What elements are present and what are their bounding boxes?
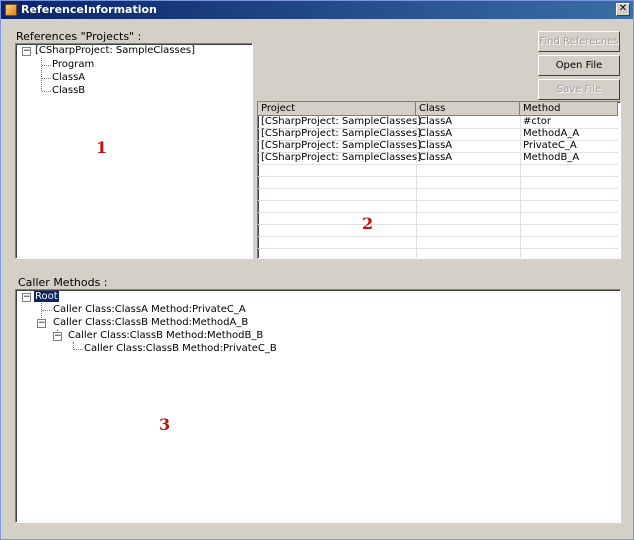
- caller-node[interactable]: Caller Class:ClassB Method:PrivateC_B: [84, 343, 277, 354]
- tree-item-program[interactable]: Program: [52, 59, 94, 70]
- title-bar[interactable]: ReferenceInformation ✕: [1, 1, 633, 19]
- collapse-icon[interactable]: −: [22, 47, 31, 56]
- collapse-icon[interactable]: −: [53, 332, 62, 341]
- annotation-1: 1: [96, 138, 108, 157]
- caller-node[interactable]: Caller Class:ClassB Method:MethodB_B: [68, 330, 263, 341]
- tree-item-classa[interactable]: ClassA: [52, 72, 85, 83]
- references-grid[interactable]: Project Class Method [CSharpProject: Sam…: [257, 101, 621, 259]
- cell-project: [CSharpProject: SampleClasses]: [261, 116, 421, 127]
- collapse-icon[interactable]: −: [37, 319, 46, 328]
- cell-class: ClassA: [419, 140, 453, 151]
- cell-method: #ctor: [523, 116, 552, 127]
- window-title: ReferenceInformation: [21, 3, 157, 16]
- column-header-project[interactable]: Project: [258, 102, 416, 116]
- references-label: References "Projects" :: [16, 30, 142, 43]
- cell-project: [CSharpProject: SampleClasses]: [261, 140, 421, 151]
- cell-class: ClassA: [419, 116, 453, 127]
- cell-method: MethodA_A: [523, 128, 580, 139]
- tree-root-project[interactable]: [CSharpProject: SampleClasses]: [35, 45, 195, 56]
- tree-root[interactable]: Root: [34, 291, 59, 302]
- cell-method: PrivateC_A: [523, 140, 577, 151]
- caller-node[interactable]: Caller Class:ClassB Method:MethodA_B: [53, 317, 248, 328]
- cell-class: ClassA: [419, 152, 453, 163]
- close-icon[interactable]: ✕: [616, 3, 630, 16]
- caller-methods-tree-panel[interactable]: − Root Caller Class:ClassA Method:Privat…: [15, 289, 621, 523]
- caller-node[interactable]: Caller Class:ClassA Method:PrivateC_A: [53, 304, 246, 315]
- reference-information-window: ReferenceInformation ✕ References "Proje…: [0, 0, 634, 540]
- tree-item-classb[interactable]: ClassB: [52, 85, 85, 96]
- collapse-icon[interactable]: −: [22, 293, 31, 302]
- cell-method: MethodB_A: [523, 152, 580, 163]
- column-header-class[interactable]: Class: [416, 102, 520, 116]
- annotation-2: 2: [362, 214, 374, 233]
- cell-project: [CSharpProject: SampleClasses]: [261, 128, 421, 139]
- app-icon: [5, 4, 17, 16]
- column-header-method[interactable]: Method: [520, 102, 618, 116]
- references-tree-panel[interactable]: − [CSharpProject: SampleClasses] Program…: [15, 43, 253, 259]
- annotation-3: 3: [159, 415, 171, 434]
- cell-project: [CSharpProject: SampleClasses]: [261, 152, 421, 163]
- save-file-button[interactable]: Save File: [538, 79, 620, 100]
- cell-class: ClassA: [419, 128, 453, 139]
- open-file-button[interactable]: Open File: [538, 55, 620, 76]
- find-references-button[interactable]: Find Referecnes: [538, 31, 620, 52]
- caller-methods-label: Caller Methods :: [18, 276, 108, 289]
